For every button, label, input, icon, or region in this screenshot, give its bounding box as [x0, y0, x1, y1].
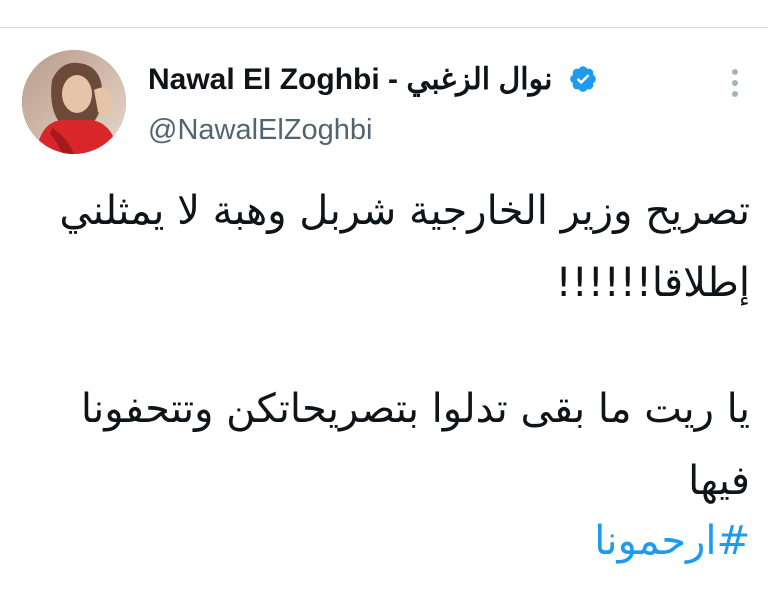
tweet-text-line: يا ريت ما بقى تدلوا بتصريحاتكن وتتحفونا: [80, 386, 750, 432]
tweet-text-line: إطلاقا!!!!!!: [555, 260, 750, 306]
avatar[interactable]: [22, 50, 126, 154]
hashtag-link[interactable]: #ارحمونا: [594, 516, 750, 566]
verified-badge-icon: [570, 66, 596, 92]
author-handle[interactable]: @NawalElZoghbi: [148, 112, 372, 148]
tweet-text-line: تصريح وزير الخارجية شربل وهبة لا يمثلني: [59, 188, 750, 234]
author-display-name[interactable]: Nawal El Zoghbi - نوال الزغبي: [148, 62, 552, 98]
more-options-icon[interactable]: [720, 66, 750, 100]
avatar-photo-icon: [22, 50, 126, 154]
tweet-text-line: فيها: [688, 458, 750, 504]
top-divider: [0, 27, 768, 28]
